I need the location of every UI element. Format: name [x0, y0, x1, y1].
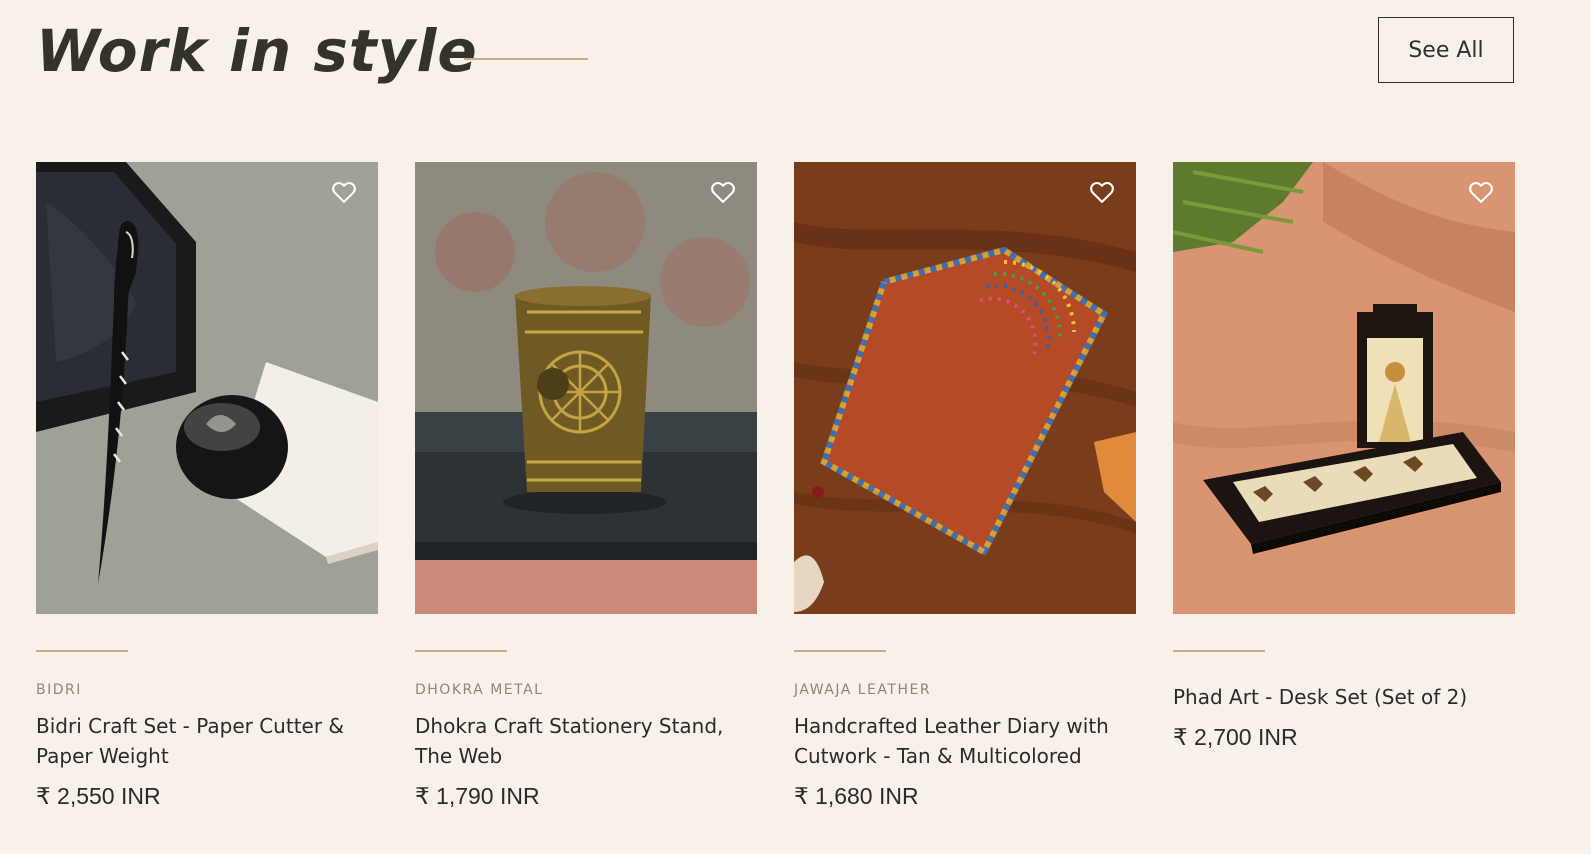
product-price: ₹ 1,790 INR	[415, 783, 540, 809]
product-image-bidri[interactable]	[36, 162, 378, 614]
phad-desk-set-image	[1173, 162, 1515, 614]
product-title-link[interactable]: Bidri Craft Set - Paper Cutter & Paper W…	[36, 711, 378, 771]
title-divider	[464, 58, 588, 60]
card-divider	[36, 650, 128, 652]
card-divider	[794, 650, 886, 652]
product-title-link[interactable]: Handcrafted Leather Diary with Cutwork -…	[794, 711, 1136, 771]
product-title-link[interactable]: Dhokra Craft Stationery Stand, The Web	[415, 711, 757, 771]
dhokra-stand-image	[415, 162, 757, 614]
card-divider	[1173, 650, 1265, 652]
product-card[interactable]: JAWAJA LEATHER Handcrafted Leather Diary…	[794, 162, 1136, 810]
heart-outline-icon[interactable]	[330, 178, 358, 206]
product-card[interactable]: DHOKRA METAL Dhokra Craft Stationery Sta…	[415, 162, 757, 810]
product-price: ₹ 2,700 INR	[1173, 724, 1298, 750]
product-image-dhokra[interactable]	[415, 162, 757, 614]
product-vendor: DHOKRA METAL	[415, 682, 544, 698]
heart-outline-icon[interactable]	[709, 178, 737, 206]
section-title: Work in style	[36, 17, 478, 85]
card-divider	[415, 650, 507, 652]
heart-outline-icon[interactable]	[1088, 178, 1116, 206]
product-vendor: BIDRI	[36, 682, 82, 698]
product-image-leather-diary[interactable]	[794, 162, 1136, 614]
product-vendor: JAWAJA LEATHER	[794, 682, 932, 698]
product-image-phad-desk-set[interactable]	[1173, 162, 1515, 614]
bidri-set-image	[36, 162, 378, 614]
product-price: ₹ 1,680 INR	[794, 783, 919, 809]
product-card[interactable]: BIDRI Bidri Craft Set - Paper Cutter & P…	[36, 162, 378, 810]
leather-diary-image	[794, 162, 1136, 614]
section-header: Work in style See All	[36, 14, 1536, 94]
product-grid: BIDRI Bidri Craft Set - Paper Cutter & P…	[36, 162, 1515, 810]
product-card[interactable]: Phad Art - Desk Set (Set of 2) ₹ 2,700 I…	[1173, 162, 1515, 810]
heart-outline-icon[interactable]	[1467, 178, 1495, 206]
product-price: ₹ 2,550 INR	[36, 783, 161, 809]
product-title-link[interactable]: Phad Art - Desk Set (Set of 2)	[1173, 682, 1515, 712]
see-all-button[interactable]: See All	[1378, 17, 1514, 83]
